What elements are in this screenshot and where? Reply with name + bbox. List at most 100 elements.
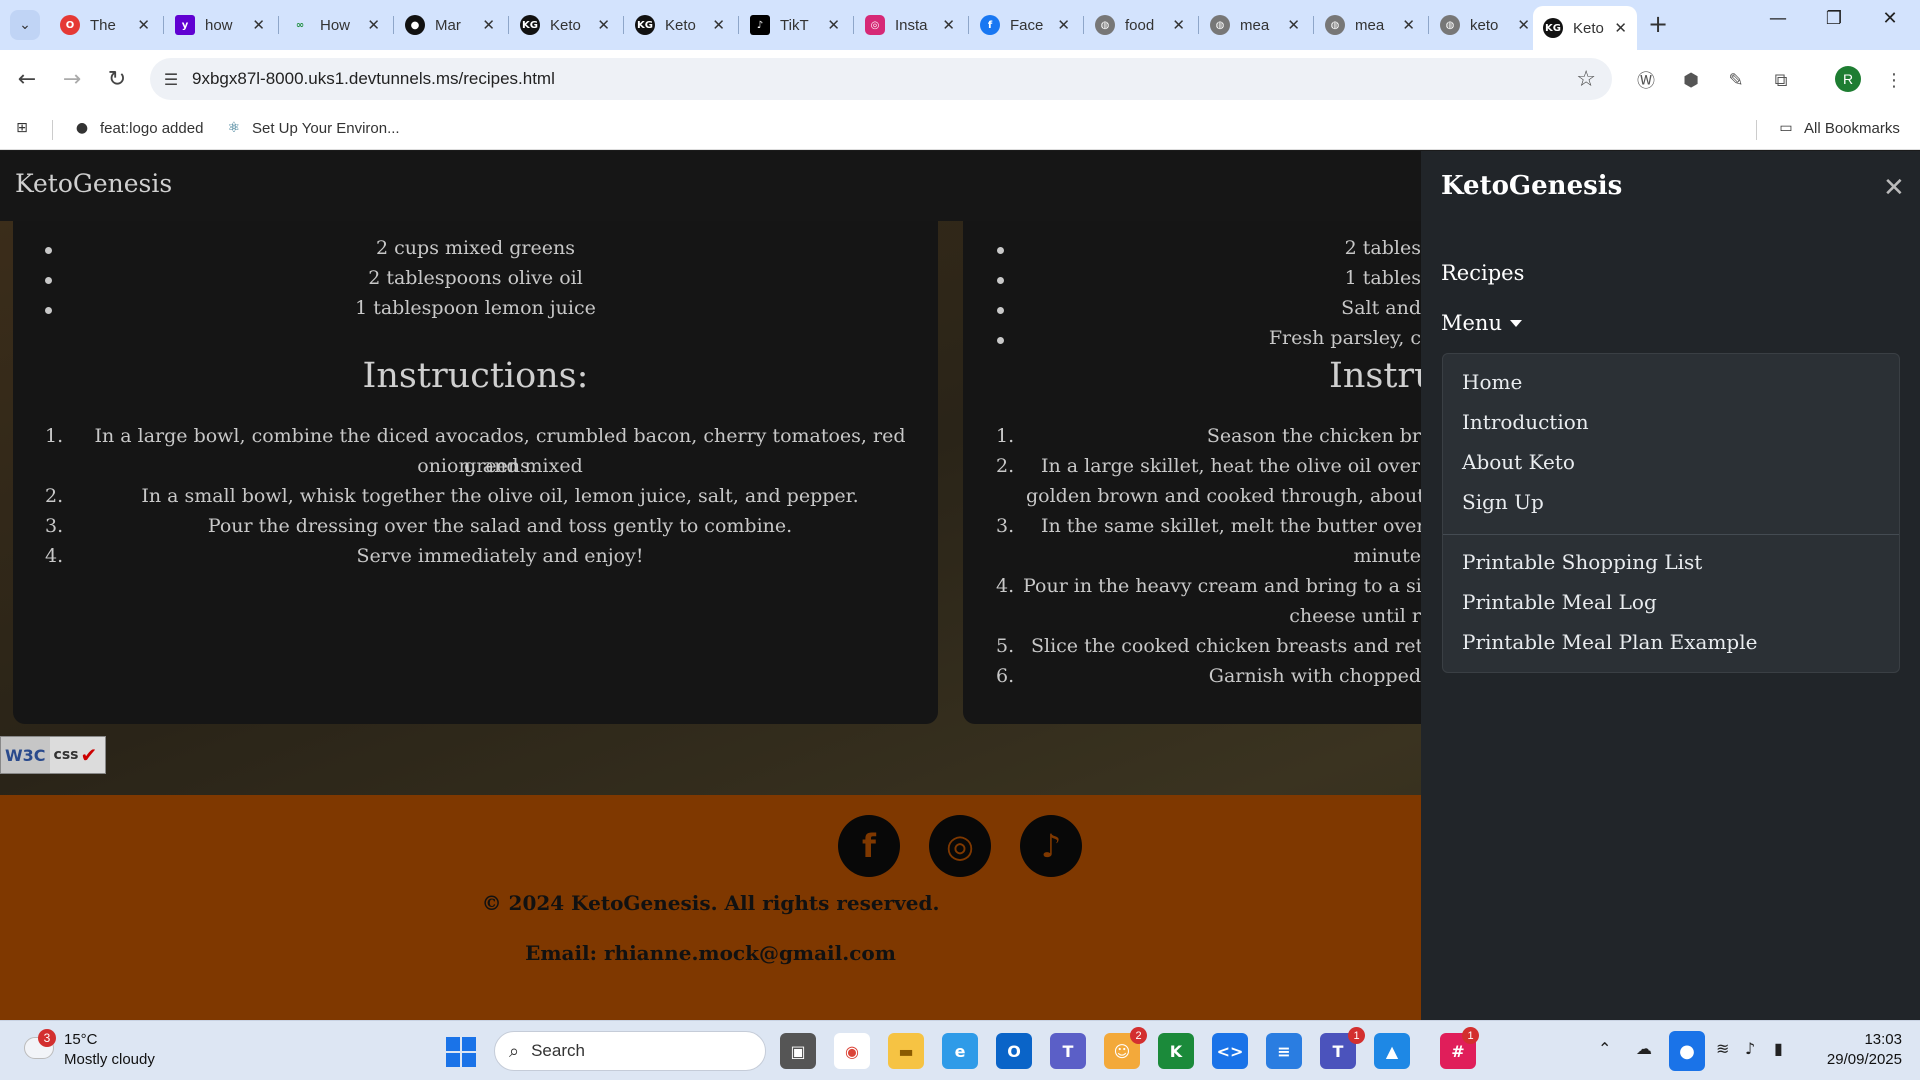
weather-condition[interactable]: Mostly cloudy — [64, 1051, 155, 1068]
kebab-menu-icon[interactable]: ⋮ — [1880, 66, 1908, 94]
weather-temperature[interactable]: 15°C — [64, 1031, 98, 1048]
close-tab-icon[interactable]: ✕ — [252, 16, 265, 34]
ingredient-list: 2 cups mixed greens 2 tablespoons olive … — [13, 235, 938, 325]
new-tab-icon[interactable]: + — [1648, 10, 1668, 38]
apps-grid-icon[interactable]: ⊞ — [12, 118, 40, 138]
tab-6[interactable]: ♪ TikT ✕ — [740, 8, 850, 42]
tab-0[interactable]: O The ✕ — [50, 8, 160, 42]
wifi-icon[interactable]: ≋ — [1716, 1039, 1729, 1058]
ingredient-item: 2 tables — [963, 235, 1463, 265]
tiktok-icon[interactable]: ♪ — [1020, 815, 1082, 877]
taskbar-search[interactable]: ⌕ Search — [494, 1031, 766, 1071]
close-tab-icon[interactable]: ✕ — [1614, 19, 1627, 37]
tab-2[interactable]: ∞ How ✕ — [280, 8, 390, 42]
minimize-icon[interactable]: — — [1750, 8, 1806, 29]
close-tab-icon[interactable]: ✕ — [1517, 16, 1530, 34]
teams-icon[interactable]: T — [1050, 1033, 1086, 1069]
dropdown-item-home[interactable]: Home — [1462, 370, 1522, 394]
chevron-up-icon[interactable]: ⌃ — [1598, 1039, 1611, 1058]
vscode-icon[interactable]: <> — [1212, 1033, 1248, 1069]
instagram-icon: ◎ — [865, 15, 885, 35]
chrome-icon[interactable]: ◉ — [834, 1033, 870, 1069]
eyedropper-extension-icon[interactable]: ✎ — [1722, 66, 1750, 94]
close-tab-icon[interactable]: ✕ — [827, 16, 840, 34]
instruction-step: 2. In a large skillet, heat the olive oi… — [996, 455, 1463, 507]
instruction-step: 4. Serve immediately and enjoy! — [45, 545, 644, 567]
kaspersky-icon[interactable]: K — [1158, 1033, 1194, 1069]
windows-start-icon[interactable] — [446, 1037, 476, 1067]
site-info-icon[interactable]: ☰ — [150, 70, 192, 89]
close-tab-icon[interactable]: ✕ — [1287, 16, 1300, 34]
edge-icon[interactable]: e — [942, 1033, 978, 1069]
microphone-icon[interactable]: ● — [1669, 1031, 1705, 1071]
w3c-label: W3C — [1, 737, 50, 773]
nav-link-recipes[interactable]: Recipes — [1441, 261, 1524, 285]
site-brand[interactable]: KetoGenesis — [15, 169, 172, 198]
search-placeholder: Search — [531, 1041, 585, 1060]
url-text[interactable]: 9xbgx87l-8000.uks1.devtunnels.ms/recipes… — [192, 69, 555, 89]
file-explorer-icon[interactable]: ▬ — [888, 1033, 924, 1069]
close-tab-icon[interactable]: ✕ — [1057, 16, 1070, 34]
outlook-icon[interactable]: O — [996, 1033, 1032, 1069]
dropdown-item-introduction[interactable]: Introduction — [1462, 410, 1589, 434]
reload-icon[interactable]: ↻ — [100, 62, 134, 96]
close-tab-icon[interactable]: ✕ — [1172, 16, 1185, 34]
globe-icon: ◍ — [1440, 15, 1460, 35]
bookmarks-bar: ⊞ ● feat:logo added ⚛ Set Up Your Enviro… — [0, 108, 1920, 150]
forward-icon[interactable]: → — [55, 62, 89, 96]
all-bookmarks[interactable]: ▭ All Bookmarks — [1776, 118, 1899, 138]
extensions-puzzle-icon[interactable]: ⧉ — [1767, 66, 1795, 94]
tab-12[interactable]: ◍ keto ✕ — [1430, 8, 1540, 42]
chevron-down-icon: ⌄ — [19, 17, 31, 33]
close-tab-icon[interactable]: ✕ — [597, 16, 610, 34]
close-icon[interactable]: ✕ — [1883, 173, 1905, 203]
instagram-icon[interactable]: ◎ — [929, 815, 991, 877]
wordpress-extension-icon[interactable]: Ⓦ — [1632, 66, 1660, 94]
close-tab-icon[interactable]: ✕ — [482, 16, 495, 34]
tab-3[interactable]: ● Mar ✕ — [395, 8, 505, 42]
restore-icon[interactable]: ❐ — [1806, 8, 1862, 29]
shield-extension-icon[interactable]: ⬢ — [1677, 66, 1705, 94]
menu-dropdown-toggle[interactable]: Menu — [1441, 311, 1522, 335]
tab-9[interactable]: ◍ food ✕ — [1085, 8, 1195, 42]
back-icon[interactable]: ← — [10, 62, 44, 96]
tab-5[interactable]: KG Keto ✕ — [625, 8, 735, 42]
dropdown-item-about-keto[interactable]: About Keto — [1462, 450, 1575, 474]
close-window-icon[interactable]: ✕ — [1862, 8, 1918, 29]
dropdown-item-meal-log[interactable]: Printable Meal Log — [1462, 590, 1657, 614]
onedrive-cloud-icon[interactable]: ☁ — [1636, 1039, 1652, 1058]
bookmark-item[interactable]: ● feat:logo added — [72, 118, 204, 138]
close-tab-icon[interactable]: ✕ — [1402, 16, 1415, 34]
clock-date[interactable]: 29/09/2025 — [1800, 1051, 1902, 1068]
tab-13-active[interactable]: KG Keto ✕ — [1533, 6, 1637, 50]
close-tab-icon[interactable]: ✕ — [137, 16, 150, 34]
tab-11[interactable]: ◍ mea ✕ — [1315, 8, 1425, 42]
footer-email: Email: rhianne.mock@gmail.com — [525, 941, 896, 965]
profile-avatar[interactable]: R — [1835, 66, 1861, 92]
close-tab-icon[interactable]: ✕ — [367, 16, 380, 34]
tab-8[interactable]: f Face ✕ — [970, 8, 1080, 42]
task-view-icon[interactable]: ▣ — [780, 1033, 816, 1069]
close-tab-icon[interactable]: ✕ — [942, 16, 955, 34]
facebook-icon[interactable]: f — [838, 815, 900, 877]
tab-4[interactable]: KG Keto ✕ — [510, 8, 620, 42]
bookmark-star-icon[interactable]: ☆ — [1576, 67, 1596, 92]
close-tab-icon[interactable]: ✕ — [712, 16, 725, 34]
dropdown-item-sign-up[interactable]: Sign Up — [1462, 490, 1544, 514]
opera-icon: O — [60, 15, 80, 35]
tab-10[interactable]: ◍ mea ✕ — [1200, 8, 1310, 42]
volume-icon[interactable]: ♪ — [1745, 1039, 1755, 1058]
tab-7[interactable]: ◎ Insta ✕ — [855, 8, 965, 42]
notepad-icon[interactable]: ≡ — [1266, 1033, 1302, 1069]
dropdown-item-shopping-list[interactable]: Printable Shopping List — [1462, 550, 1702, 574]
dropdown-item-meal-plan[interactable]: Printable Meal Plan Example — [1462, 630, 1757, 654]
bookmark-item[interactable]: ⚛ Set Up Your Environ... — [224, 118, 400, 138]
tab-1[interactable]: y how ✕ — [165, 8, 275, 42]
w3c-css-badge[interactable]: W3C css ✔ — [0, 736, 106, 774]
photos-icon[interactable]: ▲ — [1374, 1033, 1410, 1069]
clock-time[interactable]: 13:03 — [1810, 1031, 1902, 1048]
tab-search-button[interactable]: ⌄ — [10, 10, 40, 40]
address-bar[interactable]: ☰ 9xbgx87l-8000.uks1.devtunnels.ms/recip… — [150, 58, 1612, 100]
tab-title: mea — [1355, 16, 1385, 34]
battery-icon[interactable]: ▮ — [1774, 1039, 1783, 1058]
